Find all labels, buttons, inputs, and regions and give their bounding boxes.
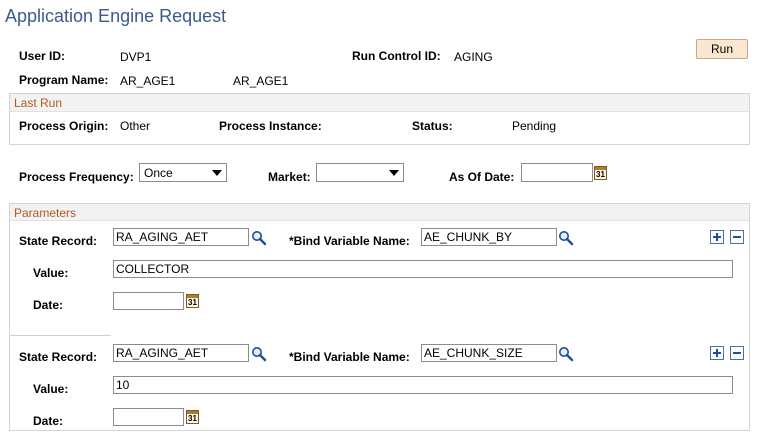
parameters-header: Parameters: [10, 204, 749, 221]
parameters-title: Parameters: [14, 206, 77, 220]
bind-variable-input[interactable]: [421, 344, 557, 362]
run-control-label: Run Control ID:: [352, 49, 441, 63]
last-run-title: Last Run: [14, 96, 63, 110]
process-frequency-selected: Once: [144, 166, 173, 180]
calendar-icon[interactable]: 31: [186, 294, 199, 308]
magnifier-icon[interactable]: [558, 346, 574, 362]
market-label: Market:: [268, 170, 311, 184]
page-title: Application Engine Request: [5, 6, 227, 26]
value-label: Value:: [33, 382, 69, 396]
delete-row-minus-icon[interactable]: [730, 230, 744, 244]
value-input[interactable]: [113, 260, 733, 278]
bind-variable-label: *Bind Variable Name:: [289, 234, 410, 248]
market-select[interactable]: [316, 163, 404, 182]
user-id-label: User ID:: [19, 49, 66, 63]
row-separator: [10, 335, 111, 336]
state-record-label: State Record:: [19, 234, 98, 248]
date-label: Date:: [33, 298, 64, 312]
process-frequency-select[interactable]: Once: [139, 163, 227, 182]
program-name-label: Program Name:: [19, 73, 109, 87]
status-label: Status:: [412, 119, 453, 133]
process-frequency-label: Process Frequency:: [19, 170, 134, 184]
process-instance-label: Process Instance:: [219, 119, 322, 133]
state-record-input[interactable]: [113, 228, 249, 246]
state-record-input[interactable]: [113, 344, 249, 362]
date-label: Date:: [33, 414, 64, 428]
magnifier-icon[interactable]: [251, 230, 267, 246]
program-description: AR_AGE1: [233, 74, 289, 88]
program-name-value: AR_AGE1: [120, 74, 176, 88]
bind-variable-label: *Bind Variable Name:: [289, 350, 410, 364]
state-record-label: State Record:: [19, 350, 98, 364]
add-row-plus-icon[interactable]: [710, 230, 724, 244]
magnifier-icon[interactable]: [251, 346, 267, 362]
run-button[interactable]: Run: [696, 39, 748, 59]
add-row-plus-icon[interactable]: [710, 346, 724, 360]
value-label: Value:: [33, 266, 69, 280]
calendar-icon[interactable]: 31: [594, 166, 607, 180]
as-of-date-label: As Of Date:: [449, 170, 515, 184]
process-origin-label: Process Origin:: [19, 119, 109, 133]
status-value: Pending: [512, 119, 557, 133]
chevron-down-icon: [389, 170, 399, 176]
delete-row-minus-icon[interactable]: [730, 346, 744, 360]
date-input[interactable]: [113, 292, 184, 310]
magnifier-icon[interactable]: [558, 230, 574, 246]
user-id-value: DVP1: [120, 50, 152, 64]
date-input[interactable]: [113, 408, 184, 426]
process-origin-value: Other: [120, 119, 151, 133]
last-run-header: Last Run: [10, 94, 749, 112]
value-input[interactable]: [113, 376, 733, 394]
bind-variable-input[interactable]: [421, 228, 557, 246]
calendar-icon[interactable]: 31: [186, 410, 199, 424]
chevron-down-icon: [212, 170, 222, 176]
run-control-value: AGING: [454, 50, 493, 64]
as-of-date-input[interactable]: [521, 163, 593, 182]
